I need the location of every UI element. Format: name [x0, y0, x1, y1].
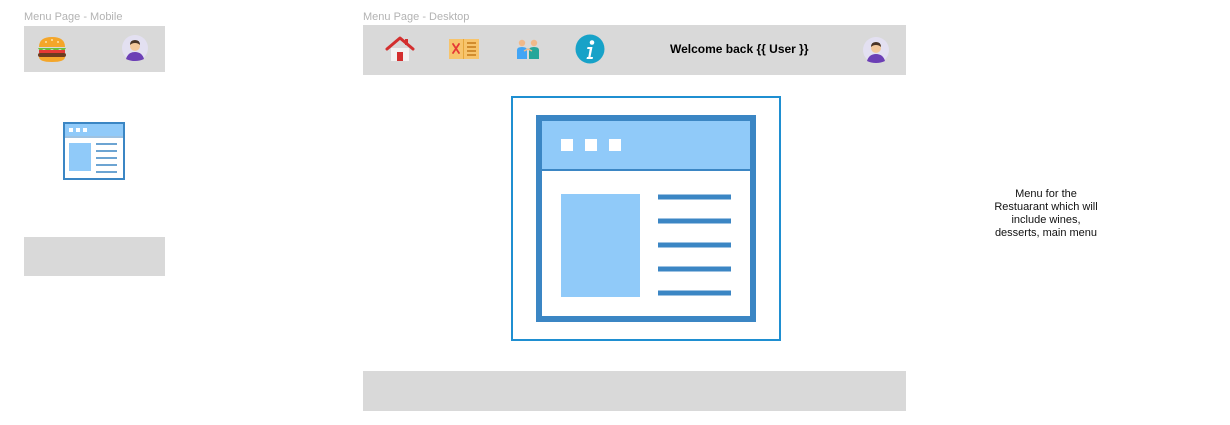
note-line: desserts, main menu	[994, 227, 1098, 239]
desktop-header: Welcome back {{ User }}	[363, 25, 906, 75]
desktop-frame-label: Menu Page - Desktop	[363, 11, 470, 23]
user-avatar-icon[interactable]	[862, 36, 890, 64]
house-icon[interactable]	[385, 35, 415, 63]
mobile-menu-webpage-icon[interactable]	[63, 122, 125, 180]
annotation-note: Menu for the Restuarant which will inclu…	[971, 188, 1121, 240]
note-line: include wines,	[1011, 214, 1081, 226]
user-avatar-icon[interactable]	[121, 34, 149, 62]
info-icon[interactable]	[574, 33, 606, 65]
note-line: Restuarant which will	[994, 201, 1098, 213]
restaurant-menu-icon[interactable]	[447, 36, 481, 62]
people-icon[interactable]	[513, 36, 543, 62]
mobile-frame-label: Menu Page - Mobile	[24, 11, 123, 23]
burger-icon[interactable]	[36, 34, 68, 64]
desktop-menu-webpage-icon[interactable]	[536, 115, 756, 322]
mobile-footer	[24, 237, 165, 276]
canvas: Menu Page - Mobile Menu Page - Desktop W…	[0, 0, 1230, 425]
welcome-text: Welcome back {{ User }}	[670, 42, 809, 56]
mobile-header	[24, 26, 165, 72]
desktop-footer	[363, 371, 906, 411]
note-line: Menu for the	[1015, 188, 1077, 200]
